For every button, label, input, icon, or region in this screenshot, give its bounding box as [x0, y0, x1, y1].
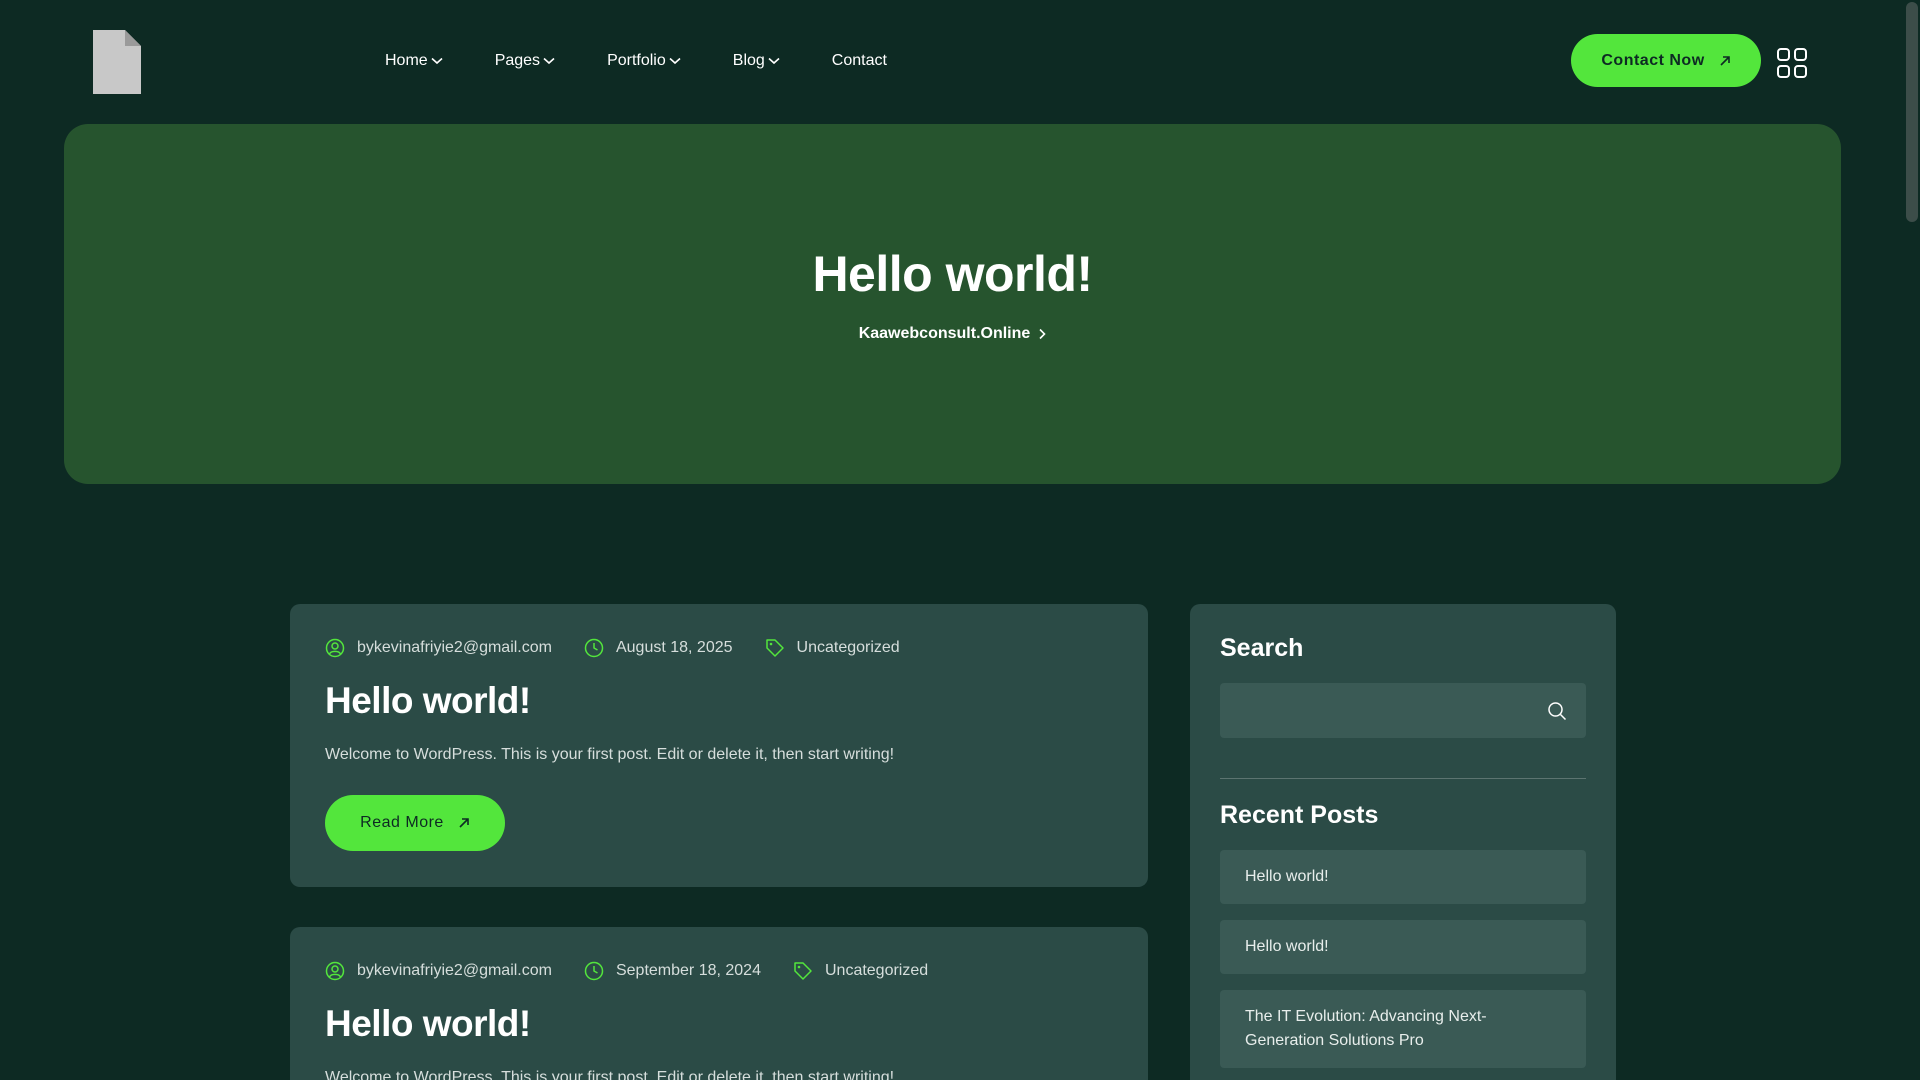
nav-item-label: Pages: [494, 52, 541, 69]
search-input[interactable]: [1220, 683, 1586, 738]
post-category-text: Uncategorized: [796, 639, 900, 656]
recent-posts-list: Hello world! Hello world! The IT Evoluti…: [1220, 850, 1586, 1068]
search-box: [1220, 683, 1586, 738]
chevron-down-icon: [669, 57, 681, 65]
post-excerpt: Welcome to WordPress. This is your first…: [325, 746, 895, 763]
post-card: bykevinafriyie2@gmail.com August 18, 202…: [290, 604, 1148, 887]
post-meta: bykevinafriyie2@gmail.com September 18, …: [325, 961, 1113, 981]
post-author-text: bykevinafriyie2@gmail.com: [357, 962, 552, 979]
post-category[interactable]: Uncategorized: [793, 961, 928, 981]
tag-icon: [765, 639, 784, 657]
contact-now-label: Contact Now: [1601, 51, 1705, 69]
divider: [1220, 778, 1586, 779]
post-date-text: September 18, 2024: [615, 962, 761, 979]
post-title[interactable]: Hello world!: [325, 1003, 1113, 1045]
logo-file-icon[interactable]: [93, 30, 141, 94]
post-meta: bykevinafriyie2@gmail.com August 18, 202…: [325, 638, 1113, 658]
post-date: August 18, 2025: [584, 638, 733, 658]
read-more-label: Read More: [360, 814, 444, 831]
breadcrumb-home[interactable]: Kaawebconsult.Online: [859, 325, 1031, 343]
nav-item-contact[interactable]: Contact: [832, 50, 887, 72]
post-date: September 18, 2024: [584, 961, 761, 981]
post-author-text: bykevinafriyie2@gmail.com: [357, 639, 552, 656]
nav-item-blog[interactable]: Blog: [733, 50, 780, 72]
nav-item-label: Blog: [732, 52, 765, 69]
post-author[interactable]: bykevinafriyie2@gmail.com: [325, 638, 552, 658]
search-icon[interactable]: [1547, 701, 1567, 721]
chevron-down-icon: [431, 57, 443, 65]
post-excerpt: Welcome to WordPress. This is your first…: [325, 1069, 895, 1080]
chevron-down-icon: [768, 57, 780, 65]
page-hero: Hello world! Kaawebconsult.Online: [64, 124, 1841, 484]
arrow-up-right-icon: [459, 818, 469, 828]
breadcrumb[interactable]: Kaawebconsult.Online: [859, 325, 1047, 343]
nav-item-portfolio[interactable]: Portfolio: [607, 50, 681, 72]
sidebar: Search Recent Posts Hello world! Hello w…: [1190, 604, 1616, 1080]
user-icon: [325, 961, 345, 981]
nav-item-label: Portfolio: [607, 52, 666, 69]
recent-post-item[interactable]: Hello world!: [1220, 920, 1586, 974]
tag-icon: [794, 962, 812, 980]
nav-item-pages[interactable]: Pages: [495, 50, 555, 72]
nav-item-home[interactable]: Home: [385, 50, 443, 72]
recent-post-item[interactable]: Hello world!: [1220, 850, 1586, 904]
grid-menu-icon[interactable]: [1777, 48, 1807, 78]
scrollbar-thumb[interactable]: [1906, 2, 1918, 222]
recent-post-item[interactable]: The IT Evolution: Advancing Next-Generat…: [1220, 990, 1586, 1068]
read-more-button[interactable]: Read More: [325, 795, 505, 851]
post-title[interactable]: Hello world!: [325, 680, 1113, 722]
user-icon: [325, 638, 345, 658]
clock-icon: [584, 961, 604, 981]
clock-icon: [584, 638, 604, 658]
post-card: bykevinafriyie2@gmail.com September 18, …: [290, 927, 1148, 1080]
arrow-up-right-icon: [1720, 55, 1730, 66]
site-header: Home Pages Portfolio Blog Contact Contac…: [0, 0, 1904, 124]
post-date-text: August 18, 2025: [615, 639, 733, 656]
chevron-right-icon: [1039, 328, 1046, 340]
chevron-down-icon: [543, 57, 555, 65]
main-nav: Home Pages Portfolio Blog Contact: [385, 50, 939, 72]
nav-item-label: Home: [385, 52, 428, 69]
post-category[interactable]: Uncategorized: [765, 638, 900, 658]
post-author[interactable]: bykevinafriyie2@gmail.com: [325, 961, 552, 981]
contact-now-button[interactable]: Contact Now: [1571, 34, 1761, 87]
page-title: Hello world!: [812, 246, 1093, 302]
recent-posts-heading: Recent Posts: [1220, 801, 1379, 829]
nav-item-label: Contact: [831, 52, 887, 69]
search-heading: Search: [1220, 634, 1304, 662]
post-category-text: Uncategorized: [824, 962, 929, 979]
